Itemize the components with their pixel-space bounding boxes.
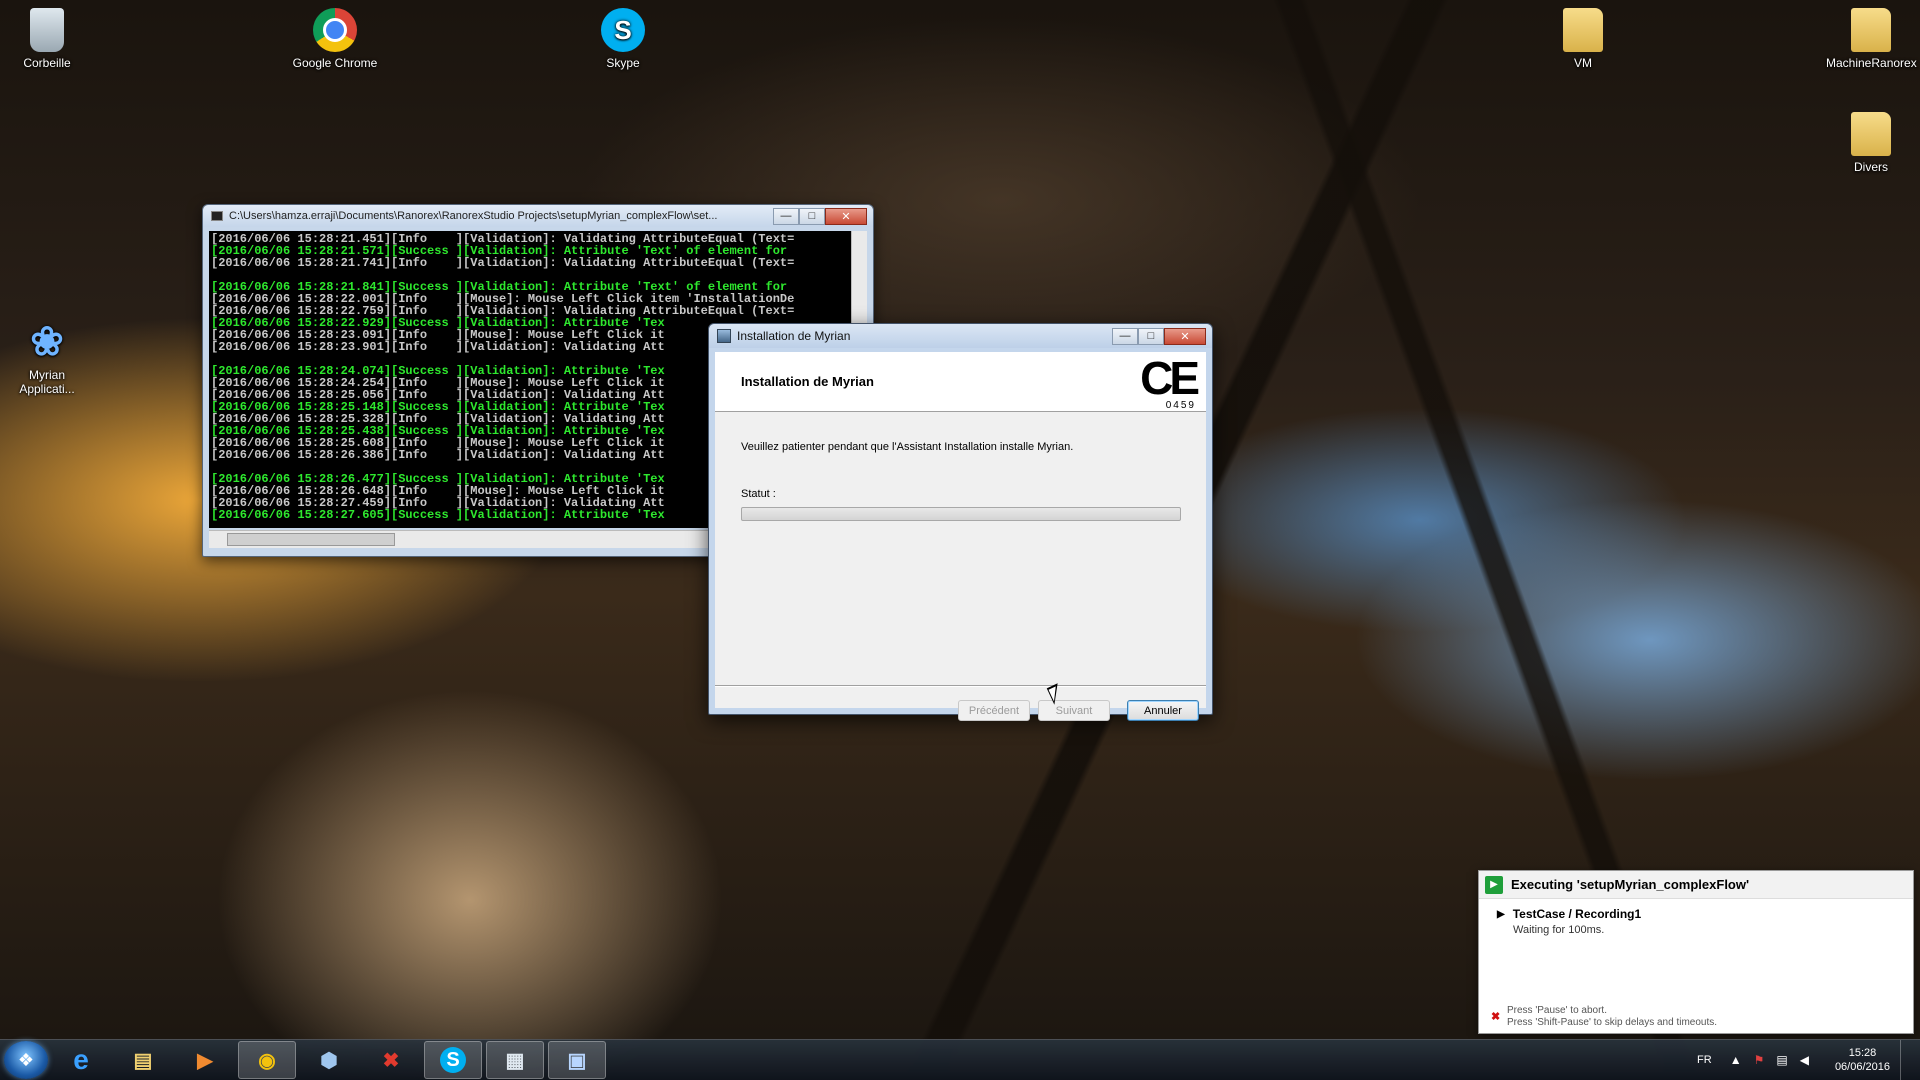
ranorex-runner-icon: ▣	[567, 1049, 587, 1072]
taskbar-media-player[interactable]: ▶	[176, 1041, 234, 1079]
back-button[interactable]: Précédent	[958, 700, 1030, 721]
ranorex-execution-panel: ▶ Executing 'setupMyrian_complexFlow' ▶ …	[1478, 870, 1914, 1034]
desktop-icon-label: Skype	[606, 56, 640, 70]
dialog-heading: Installation de Myrian	[741, 374, 874, 389]
desktop-icon-myrian[interactable]: ❀ Myrian Applicati...	[2, 320, 92, 396]
chrome-icon	[313, 8, 357, 52]
console-line: [2016/06/06 15:28:21.741][Info ][Validat…	[211, 256, 795, 270]
taskbar-skype[interactable]: S	[424, 1041, 482, 1079]
clock-time: 15:28	[1848, 1047, 1877, 1059]
network-icon[interactable]: ▤	[1776, 1053, 1787, 1067]
folder-icon	[1851, 8, 1891, 52]
close-button[interactable]: ✕	[1164, 327, 1206, 345]
chrome-icon: ◉	[258, 1049, 276, 1072]
dialog-banner: Installation de Myrian CE 0459	[715, 352, 1206, 412]
install-progress-bar	[741, 507, 1181, 521]
show-hidden-icons-icon[interactable]: ▲	[1730, 1053, 1742, 1067]
hint-shift-pause: Press 'Shift-Pause' to skip delays and t…	[1507, 1017, 1718, 1028]
execution-title: Executing 'setupMyrian_complexFlow'	[1511, 877, 1750, 892]
taskbar-file-explorer[interactable]: ▤	[114, 1041, 172, 1079]
keyboard-hints: Press 'Pause' to abort. Press 'Shift-Pau…	[1507, 1005, 1717, 1029]
file-explorer-icon: ▤	[133, 1049, 153, 1072]
execution-header: ▶ Executing 'setupMyrian_complexFlow'	[1479, 871, 1913, 899]
action-center-flag-icon[interactable]: ⚑	[1754, 1053, 1765, 1067]
dialog-client: Installation de Myrian CE 0459 Veuillez …	[715, 352, 1206, 721]
dialog-title: Installation de Myrian	[737, 329, 851, 343]
abort-icon: ✖	[1491, 1011, 1501, 1023]
console-title: C:\Users\hamza.erraji\Documents\Ranorex\…	[229, 210, 718, 222]
status-label: Statut :	[741, 488, 776, 500]
butterfly-icon: ❀	[30, 320, 64, 364]
desktop-icon-label: Divers	[1853, 160, 1888, 174]
cancel-button[interactable]: Annuler	[1127, 700, 1199, 721]
language-indicator[interactable]: FR	[1697, 1054, 1712, 1066]
taskbar-ranorex[interactable]: ✖	[362, 1041, 420, 1079]
internet-explorer-icon: e	[73, 1044, 89, 1075]
ce-mark-letters: CE	[1140, 352, 1200, 404]
running-flag-icon: ▶	[1485, 875, 1503, 894]
expand-triangle-icon[interactable]: ▶	[1497, 909, 1505, 920]
skype-icon: S	[601, 8, 645, 52]
taskbar-ranorex-runner[interactable]: ▣	[548, 1041, 606, 1079]
desktop-icon-skype[interactable]: S Skype	[578, 8, 668, 70]
taskbar-internet-explorer[interactable]: e	[52, 1041, 110, 1079]
folder-icon	[1851, 112, 1891, 156]
desktop-icon-machineranorex-folder[interactable]: MachineRanorex	[1826, 8, 1917, 70]
console-icon	[211, 211, 223, 221]
desktop-icon-label: VM	[1574, 56, 1592, 70]
desktop-icon-chrome[interactable]: Google Chrome	[290, 8, 380, 70]
desktop-icon-divers-folder[interactable]: Divers	[1826, 112, 1916, 174]
desktop-icon-label: Google Chrome	[292, 56, 378, 70]
close-button[interactable]: ✕	[825, 207, 867, 225]
testcase-row[interactable]: ▶ TestCase / Recording1	[1497, 907, 1641, 921]
desktop-icon-vm-folder[interactable]: VM	[1538, 8, 1628, 70]
start-button[interactable]: ❖	[4, 1041, 48, 1079]
console-titlebar[interactable]: C:\Users\hamza.erraji\Documents\Ranorex\…	[203, 205, 873, 227]
clock[interactable]: 15:28 06/06/2016	[1835, 1046, 1890, 1074]
media-player-icon: ▶	[197, 1049, 213, 1072]
volume-icon[interactable]: ◀	[1800, 1053, 1809, 1067]
hint-pause: Press 'Pause' to abort.	[1507, 1005, 1607, 1016]
taskbar: ❖ e ▤ ▶ ◉ ⬢ ✖ S ▦ ▣ FR ▲ ⚑ ▤ ◀ 15:28 06/…	[0, 1039, 1920, 1080]
minimize-button[interactable]: —	[773, 207, 799, 225]
scrollbar-thumb[interactable]	[227, 533, 395, 546]
show-desktop-button[interactable]	[1900, 1040, 1912, 1080]
maximize-button[interactable]: □	[1138, 327, 1164, 345]
dialog-message: Veuillez patienter pendant que l'Assista…	[741, 441, 1074, 453]
installer-dialog[interactable]: Installation de Myrian — □ ✕ Installatio…	[708, 323, 1213, 721]
system-tray: FR ▲ ⚑ ▤ ◀ 15:28 06/06/2016	[1697, 1040, 1920, 1080]
desktop-icon-recycle-bin[interactable]: Corbeille	[2, 8, 92, 70]
ce-mark-logo: CE 0459	[1140, 352, 1200, 411]
minimize-button[interactable]: —	[1112, 327, 1138, 345]
maximize-button[interactable]: □	[799, 207, 825, 225]
ranorex-icon: ✖	[382, 1049, 400, 1072]
desktop-icon-label: Myrian Applicati...	[19, 368, 75, 396]
taskbar-installer[interactable]: ▦	[486, 1041, 544, 1079]
folder-icon	[1563, 8, 1603, 52]
desktop-icon-label: Corbeille	[23, 56, 71, 70]
dialog-divider	[715, 685, 1206, 687]
taskbar-virtualbox[interactable]: ⬢	[300, 1041, 358, 1079]
desktop-icon-label: MachineRanorex	[1826, 56, 1917, 70]
recycle-bin-icon	[30, 8, 64, 52]
clock-date: 06/06/2016	[1834, 1061, 1890, 1073]
installer-icon	[717, 329, 731, 343]
skype-icon: S	[440, 1047, 466, 1073]
installer-icon: ▦	[505, 1049, 525, 1072]
next-button[interactable]: Suivant	[1038, 700, 1110, 721]
taskbar-chrome[interactable]: ◉	[238, 1041, 296, 1079]
testcase-label: TestCase / Recording1	[1512, 907, 1642, 921]
virtualbox-icon: ⬢	[320, 1049, 338, 1072]
dialog-titlebar[interactable]: Installation de Myrian — □ ✕	[709, 324, 1212, 348]
waiting-status: Waiting for 100ms.	[1513, 924, 1605, 936]
